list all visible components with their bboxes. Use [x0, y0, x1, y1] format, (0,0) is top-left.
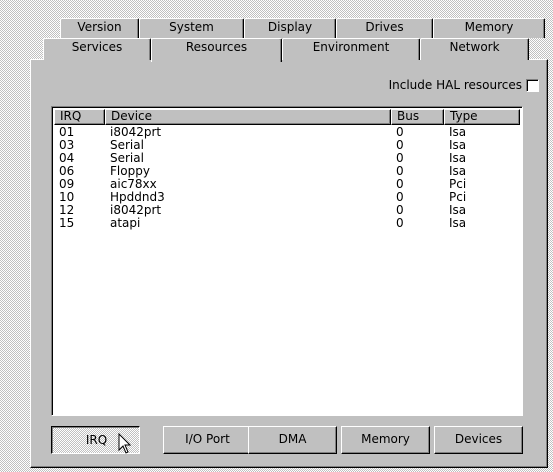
- column-header-bus-label: Bus: [397, 109, 420, 123]
- irq-button[interactable]: IRQ: [51, 426, 140, 454]
- device-cell: atapi: [110, 216, 141, 230]
- tab-services[interactable]: Services: [43, 38, 151, 60]
- tab-resources-label: Resources: [185, 40, 248, 54]
- include-hal-resources-row[interactable]: Include HAL resources: [389, 78, 539, 92]
- tab-drives[interactable]: Drives: [336, 18, 433, 38]
- tab-network[interactable]: Network: [420, 38, 529, 60]
- tab-system[interactable]: System: [139, 18, 244, 38]
- tab-services-label: Services: [71, 40, 123, 54]
- tab-drives-label: Drives: [365, 20, 404, 34]
- table-row[interactable]: 15 atapi 0 Isa: [54, 217, 520, 230]
- column-header-device[interactable]: Device: [105, 109, 391, 125]
- tab-environment-label: Environment: [312, 40, 390, 54]
- column-header-irq-label: IRQ: [60, 109, 82, 123]
- tab-memory[interactable]: Memory: [433, 18, 545, 38]
- devices-button-label: Devices: [454, 432, 503, 446]
- tab-network-label: Network: [449, 40, 500, 54]
- tab-display[interactable]: Display: [244, 18, 336, 38]
- column-header-bus[interactable]: Bus: [391, 109, 444, 125]
- dma-button-label: DMA: [278, 432, 307, 446]
- resource-list[interactable]: IRQ Device Bus Type 01 i8042prt 0 Isa 03…: [51, 106, 523, 416]
- tab-display-label: Display: [267, 20, 313, 34]
- column-header-type[interactable]: Type: [444, 109, 520, 125]
- dma-button[interactable]: DMA: [248, 426, 337, 454]
- tab-environment[interactable]: Environment: [282, 38, 420, 60]
- column-header-irq[interactable]: IRQ: [54, 109, 105, 125]
- type-cell: Isa: [449, 216, 467, 230]
- devices-button[interactable]: Devices: [434, 426, 523, 454]
- list-rows: 01 i8042prt 0 Isa 03 Serial 0 Isa 04 Ser…: [54, 126, 520, 230]
- tab-memory-label: Memory: [464, 20, 514, 34]
- tab-version[interactable]: Version: [60, 18, 139, 38]
- column-header-type-label: Type: [450, 109, 478, 123]
- include-hal-resources-checkbox[interactable]: [526, 78, 539, 92]
- resources-panel: Include HAL resources IRQ Device Bus Typ…: [30, 59, 548, 468]
- column-header-device-label: Device: [111, 109, 153, 123]
- include-hal-resources-label: Include HAL resources: [388, 78, 522, 92]
- tab-resources[interactable]: Resources: [151, 38, 282, 62]
- memory-button[interactable]: Memory: [341, 426, 430, 454]
- tab-system-label: System: [169, 20, 214, 34]
- irq-button-label: IRQ: [85, 433, 108, 447]
- list-header: IRQ Device Bus Type: [54, 109, 520, 125]
- bus-cell: 0: [396, 216, 404, 230]
- io-port-button-label: I/O Port: [185, 432, 230, 446]
- io-port-button[interactable]: I/O Port: [163, 426, 252, 454]
- irq-cell: 15: [59, 216, 75, 230]
- tab-version-label: Version: [77, 20, 122, 34]
- memory-button-label: Memory: [361, 432, 410, 446]
